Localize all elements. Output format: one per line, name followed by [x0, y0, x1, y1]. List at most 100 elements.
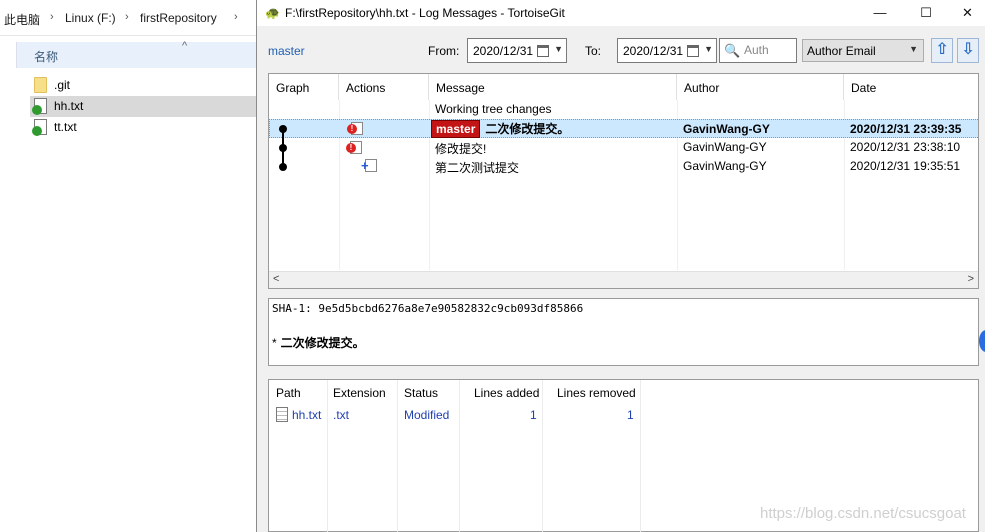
log-list[interactable]: Graph Actions Message Author Date Workin…: [268, 73, 979, 289]
to-date-value: 2020/12/31: [623, 44, 684, 58]
git-file-icon: [32, 98, 47, 115]
search-field-value: Author Email: [807, 44, 876, 58]
from-date-picker[interactable]: 2020/12/31 ▼: [467, 38, 567, 63]
bullet: *: [272, 336, 277, 350]
file-extension: .txt: [333, 408, 350, 422]
file-status: Modified: [404, 408, 450, 422]
search-icon: 🔍: [724, 43, 741, 58]
log-row-selected[interactable]: master 二次修改提交。 GavinWang-GY 2020/12/31 23…: [269, 119, 978, 138]
title-bar[interactable]: 🐢 F:\firstRepository\hh.txt - Log Messag…: [257, 0, 985, 26]
next-commit-button[interactable]: ⇩: [957, 38, 979, 63]
file-row-tt[interactable]: tt.txt: [30, 117, 256, 138]
tortoisegit-app-icon: 🐢: [265, 6, 280, 20]
modified-action-icon: [346, 141, 362, 154]
scroll-right-icon[interactable]: >: [968, 273, 974, 285]
calendar-icon: [537, 45, 549, 57]
watermark: https://blog.csdn.net/csucsgoat: [760, 505, 966, 522]
git-file-icon: [32, 119, 47, 136]
column-divider: [459, 380, 460, 532]
from-label: From:: [428, 44, 460, 58]
log-message: 第二次测试提交: [435, 161, 520, 175]
log-row[interactable]: 第二次测试提交 GavinWang-GY 2020/12/31 19:35:51: [269, 157, 978, 176]
log-messages-window: 🐢 F:\firstRepository\hh.txt - Log Messag…: [256, 0, 985, 532]
window-title: F:\firstRepository\hh.txt - Log Messages…: [285, 6, 565, 20]
breadcrumb-this-pc[interactable]: 此电脑: [4, 11, 40, 28]
log-author: GavinWang-GY: [683, 159, 767, 173]
log-message: Working tree changes: [435, 102, 552, 116]
chevron-down-icon: ▼: [909, 44, 918, 54]
column-header-extension[interactable]: Extension: [333, 380, 386, 405]
column-header-path[interactable]: Path: [276, 380, 301, 405]
commit-subject-text: 二次修改提交。: [280, 336, 365, 350]
text-file-icon: [276, 407, 288, 422]
sort-caret-icon: ^: [182, 40, 188, 52]
file-lines-added: 1: [530, 408, 537, 422]
log-message-text: 二次修改提交。: [485, 122, 570, 136]
modified-action-icon: [347, 122, 363, 135]
calendar-icon: [687, 45, 699, 57]
graph-node: [279, 163, 287, 171]
search-input[interactable]: [744, 43, 794, 57]
added-action-icon: [361, 159, 377, 172]
graph-node: [279, 144, 287, 152]
log-row-working-tree[interactable]: Working tree changes: [269, 100, 978, 119]
column-header-graph[interactable]: Graph: [269, 74, 339, 100]
scroll-left-icon[interactable]: <: [273, 273, 279, 285]
breadcrumb-chevron-icon: ›: [125, 11, 129, 23]
previous-commit-button[interactable]: ⇧: [931, 38, 953, 63]
commit-sha: SHA-1: 9e5d5bcbd6276a8e7e90582832c9cb093…: [272, 302, 584, 315]
filter-toolbar: master From: 2020/12/31 ▼ To: 2020/12/31…: [257, 26, 985, 70]
to-label: To:: [585, 44, 602, 58]
column-header-label: 名称: [34, 50, 59, 64]
maximize-button[interactable]: ☐: [903, 0, 949, 26]
log-row[interactable]: 修改提交! GavinWang-GY 2020/12/31 23:38:10: [269, 138, 978, 157]
log-author: GavinWang-GY: [683, 122, 770, 136]
column-header-lines-removed[interactable]: Lines removed: [557, 380, 636, 405]
log-author: GavinWang-GY: [683, 140, 767, 154]
log-date: 2020/12/31 23:39:35: [850, 122, 962, 136]
breadcrumb-chevron-icon: ›: [234, 11, 238, 23]
explorer-window: 此电脑 › Linux (F:) › firstRepository › ^ 名…: [0, 0, 256, 532]
column-header-date[interactable]: Date: [844, 74, 978, 100]
file-name: .git: [54, 78, 71, 92]
column-divider: [327, 380, 328, 532]
column-divider: [640, 380, 641, 532]
column-header-name[interactable]: ^ 名称: [16, 40, 256, 68]
column-divider: [542, 380, 543, 532]
file-name: hh.txt: [54, 99, 84, 113]
breadcrumb-folder[interactable]: firstRepository: [140, 11, 217, 25]
log-date: 2020/12/31 23:38:10: [850, 140, 961, 154]
branch-ref-tag[interactable]: master: [431, 120, 481, 138]
breadcrumb-drive[interactable]: Linux (F:): [65, 11, 116, 25]
file-lines-removed: 1: [627, 408, 634, 422]
column-header-lines-added[interactable]: Lines added: [474, 380, 539, 405]
column-header-actions[interactable]: Actions: [339, 74, 429, 100]
minimize-button[interactable]: —: [857, 0, 903, 26]
chevron-down-icon: ▼: [554, 44, 563, 54]
file-path[interactable]: hh.txt: [292, 408, 321, 422]
file-row-git[interactable]: .git: [30, 75, 256, 96]
commit-subject: * 二次修改提交。: [272, 334, 365, 351]
horizontal-scrollbar[interactable]: < >: [269, 271, 978, 288]
log-message: master 二次修改提交。: [431, 120, 569, 138]
column-header-status[interactable]: Status: [404, 380, 438, 405]
file-row-hh[interactable]: hh.txt: [30, 96, 256, 117]
log-message: 修改提交!: [435, 142, 487, 156]
from-date-value: 2020/12/31: [473, 44, 534, 58]
search-box[interactable]: 🔍: [719, 38, 797, 63]
current-branch-link[interactable]: master: [268, 44, 305, 58]
breadcrumb: 此电脑 › Linux (F:) › firstRepository ›: [0, 0, 256, 36]
column-header-author[interactable]: Author: [677, 74, 844, 100]
to-date-picker[interactable]: 2020/12/31 ▼: [617, 38, 717, 63]
column-divider: [397, 380, 398, 532]
breadcrumb-chevron-icon: ›: [50, 11, 54, 23]
column-header-message[interactable]: Message: [429, 74, 677, 100]
folder-icon: [34, 77, 47, 93]
log-date: 2020/12/31 19:35:51: [850, 159, 961, 173]
close-button[interactable]: ✕: [949, 0, 985, 26]
chevron-down-icon: ▼: [704, 44, 713, 54]
graph-node: [279, 125, 287, 133]
search-field-select[interactable]: Author Email ▼: [802, 39, 924, 62]
file-name: tt.txt: [54, 120, 77, 134]
commit-message-pane[interactable]: SHA-1: 9e5d5bcbd6276a8e7e90582832c9cb093…: [268, 298, 979, 366]
